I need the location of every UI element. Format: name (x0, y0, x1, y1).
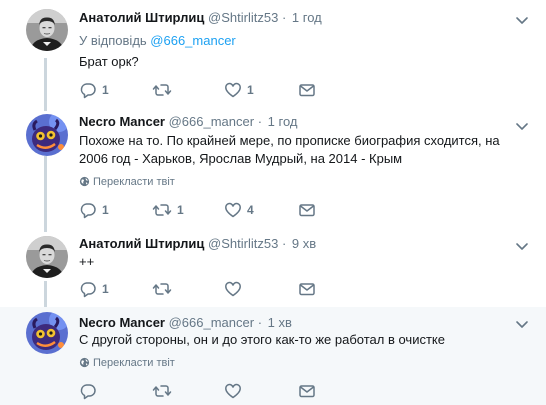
tweet-text: Брат орк? (79, 54, 139, 69)
retweet-button[interactable] (152, 80, 177, 100)
like-button[interactable] (224, 381, 247, 401)
tweet-actions (79, 381, 339, 401)
tweet-current[interactable]: Necro Mancer @666_mancer · 1 хв С другой… (0, 307, 546, 405)
translate-tweet-link[interactable]: Перекласти твіт (79, 356, 175, 370)
separator-dot: · (281, 10, 287, 25)
reply-icon (79, 201, 97, 219)
translate-tweet-label: Перекласти твіт (93, 357, 175, 369)
author-name[interactable]: Анатолий Штирлиц (79, 10, 204, 25)
reply-icon (79, 280, 97, 298)
tweet[interactable]: Анатолий Штирлиц @Shtirlitz53 · 1 год У … (0, 0, 546, 107)
separator-dot: · (257, 114, 263, 129)
globe-icon (79, 176, 90, 187)
avatar[interactable] (26, 9, 68, 51)
reply-count: 1 (102, 282, 109, 296)
retweet-button[interactable]: 1 (152, 200, 184, 220)
tweet-actions: 1 1 4 (79, 200, 339, 220)
like-icon (224, 201, 242, 219)
timestamp[interactable]: 9 хв (292, 236, 316, 251)
translate-tweet-label: Перекласти твіт (93, 176, 175, 188)
direct-message-button[interactable] (298, 80, 316, 100)
globe-icon (79, 357, 90, 368)
tweet-actions: 1 1 (79, 80, 339, 100)
avatar[interactable] (26, 312, 68, 354)
author-name[interactable]: Анатолий Штирлиц (79, 236, 204, 251)
reply-context: У відповідь @666_mancer (79, 33, 236, 49)
avatar-creature-icon (26, 312, 68, 354)
timestamp[interactable]: 1 год (292, 10, 322, 25)
separator-dot: · (281, 236, 287, 251)
direct-message-button[interactable] (298, 200, 316, 220)
retweet-button[interactable] (152, 381, 177, 401)
reply-mention-link[interactable]: @666_mancer (150, 33, 235, 48)
chevron-down-icon[interactable] (515, 13, 529, 27)
like-count: 1 (247, 83, 254, 97)
direct-message-button[interactable] (298, 279, 316, 299)
direct-message-icon (298, 280, 316, 298)
direct-message-icon (298, 382, 316, 400)
author-handle[interactable]: @666_mancer (169, 114, 254, 129)
avatar[interactable] (26, 114, 68, 156)
tweet-header: Necro Mancer @666_mancer · 1 хв (79, 315, 292, 331)
like-button[interactable]: 4 (224, 200, 254, 220)
retweet-button[interactable] (152, 279, 177, 299)
tweet[interactable]: Necro Mancer @666_mancer · 1 год Похоже … (0, 107, 546, 233)
like-button[interactable]: 1 (224, 80, 254, 100)
author-name[interactable]: Necro Mancer (79, 114, 165, 129)
reply-button[interactable]: 1 (79, 279, 109, 299)
reply-icon (79, 382, 97, 400)
direct-message-icon (298, 81, 316, 99)
tweet-actions: 1 (79, 279, 339, 299)
author-handle[interactable]: @Shtirlitz53 (208, 10, 278, 25)
retweet-icon (152, 280, 172, 298)
tweet-header: Анатолий Штирлиц @Shtirlitz53 · 1 год (79, 10, 322, 26)
retweet-count: 1 (177, 203, 184, 217)
tweet-text: Похоже на то. По крайней мере, по пропис… (79, 133, 500, 166)
direct-message-icon (298, 201, 316, 219)
retweet-icon (152, 382, 172, 400)
conversation-thread: Анатолий Штирлиц @Shtirlitz53 · 1 год У … (0, 0, 546, 405)
avatar-bw-man-icon (26, 9, 68, 51)
like-icon (224, 382, 242, 400)
reply-icon (79, 81, 97, 99)
author-name[interactable]: Necro Mancer (79, 315, 165, 330)
like-icon (224, 81, 242, 99)
author-handle[interactable]: @666_mancer (169, 315, 254, 330)
chevron-down-icon[interactable] (515, 119, 529, 133)
tweet-text: ++ (79, 254, 95, 269)
avatar[interactable] (26, 236, 68, 278)
like-button[interactable] (224, 279, 247, 299)
tweet-text: С другой стороны, он и до этого как-то ж… (79, 332, 445, 347)
reply-button[interactable] (79, 381, 102, 401)
avatar-creature-icon (26, 114, 68, 156)
translate-tweet-link[interactable]: Перекласти твіт (79, 175, 175, 189)
author-handle[interactable]: @Shtirlitz53 (208, 236, 278, 251)
reply-context-prefix: У відповідь (79, 33, 151, 48)
reply-count: 1 (102, 203, 109, 217)
tweet-header: Анатолий Штирлиц @Shtirlitz53 · 9 хв (79, 236, 316, 252)
reply-button[interactable]: 1 (79, 80, 109, 100)
tweet[interactable]: Анатолий Штирлиц @Shtirlitz53 · 9 хв ++ … (0, 233, 546, 307)
like-icon (224, 280, 242, 298)
chevron-down-icon[interactable] (515, 317, 529, 331)
retweet-icon (152, 81, 172, 99)
like-count: 4 (247, 203, 254, 217)
avatar-bw-man-icon (26, 236, 68, 278)
separator-dot: · (257, 315, 263, 330)
chevron-down-icon[interactable] (515, 239, 529, 253)
timestamp[interactable]: 1 год (268, 114, 298, 129)
direct-message-button[interactable] (298, 381, 316, 401)
tweet-header: Necro Mancer @666_mancer · 1 год (79, 114, 298, 130)
reply-count: 1 (102, 83, 109, 97)
timestamp[interactable]: 1 хв (268, 315, 292, 330)
retweet-icon (152, 201, 172, 219)
reply-button[interactable]: 1 (79, 200, 109, 220)
